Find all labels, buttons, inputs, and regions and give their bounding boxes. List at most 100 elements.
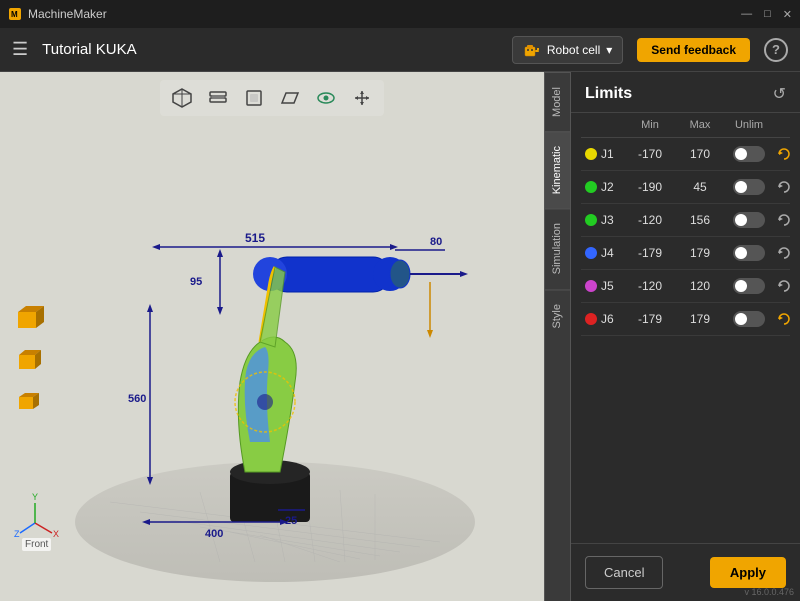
header-unlim: Unlim [725,119,773,131]
joint-max-j3: 156 [675,213,725,227]
robot-cell-icon [523,41,541,59]
joint-toggle-wrap-j5 [725,278,773,294]
titlebar-left: M MachineMaker [8,7,107,21]
svg-text:Z: Z [14,529,20,538]
joint-id-j1: J1 [601,147,614,161]
tab-kinematic[interactable]: Kinematic [545,131,570,208]
view-cubes [10,302,44,420]
joint-min-j1: -170 [625,147,675,161]
joint-dot-j6 [585,313,597,325]
joint-unlim-toggle-j2[interactable] [733,179,765,195]
svg-text:515: 515 [245,231,265,245]
panel-header: Limits ↺ [571,72,800,113]
joint-max-j4: 179 [675,246,725,260]
apply-button[interactable]: Apply [710,557,786,588]
joint-label-j5: J5 [585,279,625,293]
svg-text:M: M [11,10,18,19]
svg-text:400: 400 [205,528,223,540]
joint-min-j3: -120 [625,213,675,227]
joint-unlim-toggle-j6[interactable] [733,311,765,327]
joint-label-j2: J2 [585,180,625,194]
svg-text:X: X [53,529,59,538]
limits-table: Min Max Unlim J1-170170···J2-19045···J3-… [571,113,800,543]
cube-smaller-yellow[interactable] [10,386,44,420]
joint-label-j4: J4 [585,246,625,260]
joint-toggle-wrap-j6 [725,311,773,327]
svg-text:560: 560 [128,393,146,405]
joint-id-j2: J2 [601,180,614,194]
joint-dot-j5 [585,280,597,292]
joint-toggle-wrap-j3 [725,212,773,228]
joint-min-j2: -190 [625,180,675,194]
header-max: Max [675,119,725,131]
minimize-btn[interactable]: — [741,8,752,21]
main-content: 515 80 95 560 400 25 [0,72,800,601]
joint-reset-btn-j1[interactable] [773,143,795,165]
axes-indicator: Z X Y [10,488,60,541]
joint-dot-j2 [585,181,597,193]
joint-dot-j3 [585,214,597,226]
robot-3d-view: 515 80 95 560 400 25 [60,102,490,592]
joint-reset-btn-j3[interactable] [773,209,795,231]
titlebar-controls[interactable]: — □ ✕ [741,8,792,21]
panel-tabs: Model Kinematic Simulation Style [544,72,570,601]
version-label: v 16.0.0.476 [744,587,794,597]
joint-row-j5: J5-120120··· [581,270,790,303]
robot-cell-chevron: ▾ [606,43,612,57]
joints-container: J1-170170···J2-19045···J3-120156···J4-17… [581,138,790,336]
robot-cell-button[interactable]: Robot cell ▾ [512,36,623,64]
header-reset [773,119,799,131]
joint-id-j4: J4 [601,246,614,260]
cancel-button[interactable]: Cancel [585,556,663,589]
maximize-btn[interactable]: □ [764,8,771,21]
joint-reset-btn-j6[interactable] [773,308,795,330]
joint-unlim-toggle-j3[interactable] [733,212,765,228]
tab-simulation[interactable]: Simulation [545,208,570,288]
app-logo-icon: M [8,7,22,21]
viewport[interactable]: 515 80 95 560 400 25 [0,72,544,601]
joint-unlim-toggle-j1[interactable] [733,146,765,162]
joint-max-j1: 170 [675,147,725,161]
joint-row-j4: J4-179179··· [581,237,790,270]
svg-text:80: 80 [430,236,442,248]
joint-label-j1: J1 [585,147,625,161]
joint-max-j2: 45 [675,180,725,194]
right-panel: Limits ↺ Min Max Unlim J1-170170···J2-19… [570,72,800,601]
joint-unlim-toggle-j4[interactable] [733,245,765,261]
cube-yellow[interactable] [10,302,44,336]
svg-text:25: 25 [285,515,297,527]
joint-reset-btn-j5[interactable] [773,275,795,297]
joint-toggle-wrap-j2 [725,179,773,195]
joint-reset-btn-j2[interactable] [773,176,795,198]
tab-style[interactable]: Style [545,289,570,342]
front-view-label: Front [22,538,51,551]
header-joint [585,119,625,131]
app-title: Tutorial KUKA [42,41,498,58]
joint-row-j1: J1-170170··· [581,138,790,171]
help-button[interactable]: ? [764,38,788,62]
joint-reset-btn-j4[interactable] [773,242,795,264]
joint-row-j2: J2-19045··· [581,171,790,204]
svg-text:95: 95 [190,276,202,288]
hamburger-menu-icon[interactable]: ☰ [12,39,28,60]
joint-id-j6: J6 [601,312,614,326]
refresh-button[interactable]: ↺ [773,84,786,104]
titlebar-app-name: MachineMaker [28,7,107,21]
joint-unlim-toggle-j5[interactable] [733,278,765,294]
joint-row-j6: J6-179179··· [581,303,790,336]
joint-max-j6: 179 [675,312,725,326]
close-btn[interactable]: ✕ [783,8,792,21]
tab-model[interactable]: Model [545,72,570,131]
joint-min-j5: -120 [625,279,675,293]
cube-small-yellow[interactable] [10,344,44,378]
joint-id-j5: J5 [601,279,614,293]
limits-table-header: Min Max Unlim [581,113,790,138]
joint-row-j3: J3-120156··· [581,204,790,237]
joint-toggle-wrap-j4 [725,245,773,261]
joint-min-j6: -179 [625,312,675,326]
header-min: Min [625,119,675,131]
title-bar: M MachineMaker — □ ✕ [0,0,800,28]
joint-id-j3: J3 [601,213,614,227]
send-feedback-button[interactable]: Send feedback [637,38,750,62]
joint-max-j5: 120 [675,279,725,293]
